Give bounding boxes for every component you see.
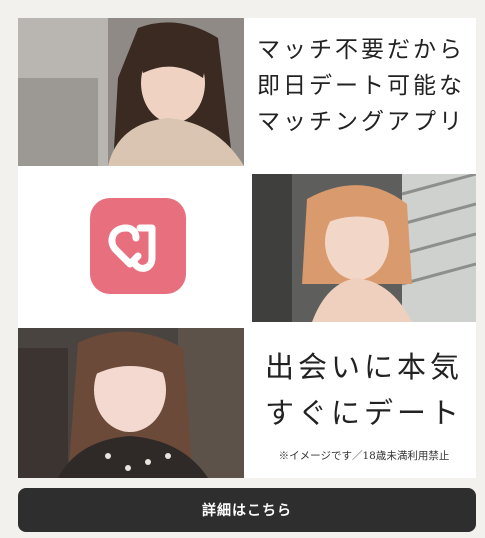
model-photo-1: [18, 18, 244, 166]
tagline-line-2: すぐにデート: [264, 396, 463, 430]
tagline-line-1: 出会いに本気: [264, 350, 463, 384]
model-photo-3: [18, 328, 244, 478]
headline-line-2: 即日デート可能な: [257, 73, 465, 99]
ad-banner[interactable]: マッチ不要だから 即日デート可能な マッチングアプリ 出会いに本気 すぐにデート…: [18, 18, 476, 478]
details-button[interactable]: 詳細はこちら: [18, 488, 476, 532]
model-photo-2: [252, 174, 476, 322]
headline-line-1: マッチ不要だから: [257, 37, 465, 63]
headline-line-3: マッチングアプリ: [257, 109, 465, 135]
tagline: 出会いに本気 すぐにデート: [252, 344, 476, 436]
disclaimer-text: ※イメージです／18歳未満利用禁止: [278, 450, 450, 462]
app-logo-icon: [90, 198, 186, 294]
headline: マッチ不要だから 即日デート可能な マッチングアプリ: [250, 32, 472, 140]
